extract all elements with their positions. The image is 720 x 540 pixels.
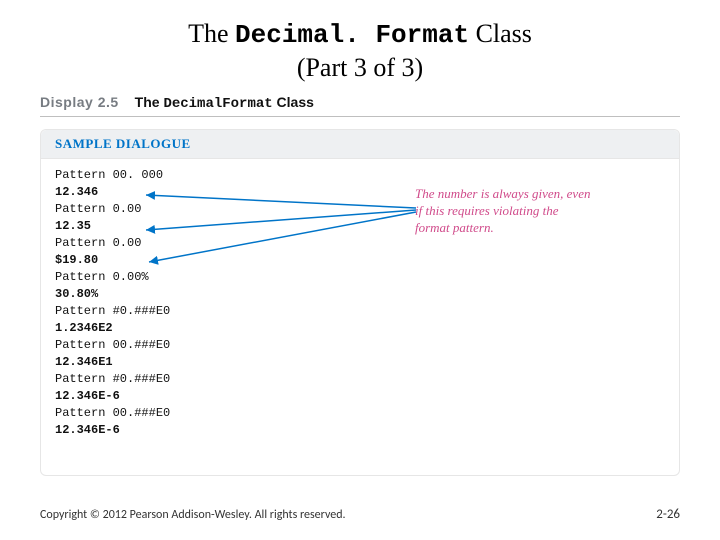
panel-heading: SAMPLE DIALOGUE (41, 130, 679, 159)
footer-copyright: Copyright © 2012 Pearson Addison-Wesley.… (40, 508, 346, 522)
display-title-mono: DecimalFormat (163, 96, 272, 112)
code-line: Pattern 00. 000 (55, 167, 665, 184)
callout-line1: The number is always given, even (415, 186, 590, 201)
title-subtitle: (Part 3 of 3) (297, 53, 423, 82)
sample-panel: SAMPLE DIALOGUE Pattern 00. 000 12.346 P… (40, 129, 680, 476)
title-mono: Decimal. Format (235, 20, 469, 50)
callout-line2: if this requires violating the (415, 203, 558, 218)
title-suffix: Class (469, 19, 532, 48)
code-line: Pattern 0.00 (55, 235, 665, 252)
slide-title: The Decimal. Format Class (Part 3 of 3) (0, 0, 720, 84)
code-line: Pattern #0.###E0 (55, 371, 665, 388)
callout-text: The number is always given, even if this… (415, 186, 625, 237)
code-line: 30.80% (55, 286, 665, 303)
display-header: Display 2.5 The DecimalFormat Class (40, 94, 680, 117)
display-title-suffix: Class (273, 94, 314, 110)
code-line: Pattern #0.###E0 (55, 303, 665, 320)
code-line: Pattern 0.00% (55, 269, 665, 286)
footer-page-number: 2-26 (656, 507, 680, 522)
code-line: Pattern 00.###E0 (55, 337, 665, 354)
code-line: 1.2346E2 (55, 320, 665, 337)
code-line: Pattern 00.###E0 (55, 405, 665, 422)
title-prefix: The (188, 19, 235, 48)
display-title: The DecimalFormat Class (135, 94, 314, 110)
display-label: Display 2.5 (40, 94, 119, 110)
code-line: 12.346E-6 (55, 422, 665, 439)
code-line: 12.346E1 (55, 354, 665, 371)
code-line: $19.80 (55, 252, 665, 269)
display-title-prefix: The (135, 94, 164, 110)
slide: The Decimal. Format Class (Part 3 of 3) … (0, 0, 720, 540)
code-line: 12.346E-6 (55, 388, 665, 405)
callout-line3: format pattern. (415, 220, 494, 235)
